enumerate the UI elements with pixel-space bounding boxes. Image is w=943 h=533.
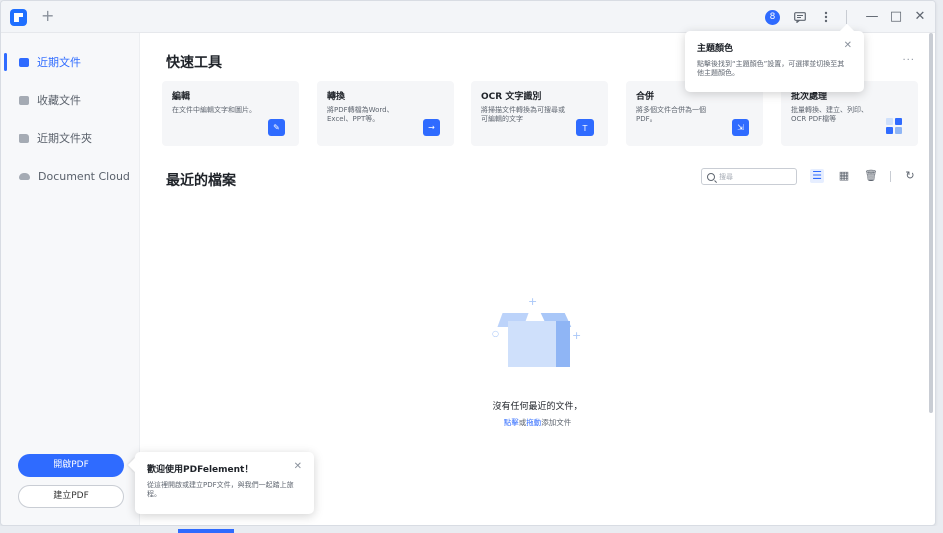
sidebar-item-label: Document Cloud — [38, 169, 130, 183]
welcome-popover: 歡迎使用PDFelement！ 從這裡開啟或建立PDF文件，與我們一起踏上旅程。… — [135, 452, 314, 514]
list-view-icon[interactable]: ☰ — [810, 169, 824, 183]
taskbar-strip — [0, 526, 943, 533]
recent-files-title: 最近的檔案 — [166, 173, 236, 189]
toolbar-divider — [890, 171, 891, 182]
card-desc: 將PDF轉檔為Word、Excel、PPT等。 — [327, 106, 394, 123]
sparkle-icon: + — [528, 295, 538, 308]
drag-link[interactable]: 拖動 — [526, 418, 541, 427]
close-icon[interactable]: ✕ — [294, 461, 302, 472]
empty-state-hint: 點擊或拖動添加文件 — [503, 418, 572, 427]
sidebar-item-recent-folders[interactable]: 近期文件夾 — [1, 119, 139, 157]
card-desc: 批量轉換、建立、列印、OCR PDF檔等 — [791, 106, 868, 123]
ocr-icon: T — [576, 119, 594, 136]
sidebar-item-label: 近期文件夾 — [37, 132, 92, 145]
batch-icon — [886, 118, 904, 136]
scrollbar[interactable] — [929, 33, 933, 413]
card-desc: 在文件中編輯文字和圖片。 — [172, 106, 256, 114]
delete-icon[interactable]: 🗑 — [864, 169, 878, 183]
title-bar: + 8 — □ ✕ — [1, 1, 935, 33]
popover-desc: 點擊後找到“主題顏色”設置，可選擇並切換至其他主題顏色。 — [697, 60, 845, 77]
app-logo-icon[interactable] — [10, 9, 27, 26]
avatar-icon[interactable]: 8 — [765, 9, 780, 25]
sparkle-icon: + — [572, 329, 582, 342]
tool-card-convert[interactable]: 轉換 將PDF轉檔為Word、Excel、PPT等。 → — [317, 81, 454, 146]
tool-card-edit[interactable]: 編輯 在文件中編輯文字和圖片。 ✎ — [162, 81, 299, 146]
merge-icon: ⇲ — [732, 119, 749, 136]
card-desc: 將掃描文件轉換為可搜尋或可編輯的文字 — [481, 106, 565, 123]
taskbar-active-indicator — [178, 529, 234, 533]
popover-desc: 從這裡開啟或建立PDF文件，與我們一起踏上旅程。 — [147, 481, 294, 498]
sidebar-item-document-cloud[interactable]: Document Cloud — [1, 157, 139, 195]
more-vertical-icon[interactable] — [818, 9, 834, 25]
search-placeholder: 搜尋 — [719, 172, 733, 181]
new-tab-button[interactable]: + — [41, 7, 54, 25]
sparkle-icon: ○ — [492, 329, 499, 338]
sidebar-item-favorites[interactable]: 收藏文件 — [1, 81, 139, 119]
popover-title: 歡迎使用PDFelement！ — [147, 465, 254, 475]
close-button[interactable]: ✕ — [911, 9, 929, 25]
open-pdf-button[interactable]: 開啟PDF — [18, 454, 124, 477]
close-icon[interactable]: ✕ — [844, 40, 852, 51]
empty-state-title: 沒有任何最近的文件， — [492, 402, 583, 412]
more-options-icon[interactable]: ··· — [902, 55, 915, 66]
quick-tools-title: 快速工具 — [166, 55, 222, 71]
theme-color-popover: 主題顏色 點擊後找到“主題顏色”設置，可選擇並切換至其他主題顏色。 ✕ — [685, 31, 864, 92]
sidebar: 近期文件 收藏文件 近期文件夾 Document Cloud 開啟PDF 建立P… — [1, 33, 140, 525]
sidebar-item-label: 收藏文件 — [37, 94, 81, 107]
titlebar-divider — [846, 10, 847, 24]
refresh-icon[interactable]: ↻ — [903, 169, 917, 183]
star-icon — [19, 95, 29, 105]
cloud-icon — [19, 172, 30, 180]
card-title: 轉換 — [327, 92, 346, 102]
convert-icon: → — [423, 119, 440, 136]
card-desc: 將多個文件合併為一個PDF。 — [636, 106, 706, 123]
search-input[interactable]: 搜尋 — [701, 168, 797, 185]
folder-icon — [19, 133, 29, 143]
message-icon[interactable] — [792, 9, 808, 25]
popover-title: 主題顏色 — [697, 44, 734, 54]
sidebar-item-recent[interactable]: 近期文件 — [1, 43, 139, 81]
click-link[interactable]: 點擊 — [504, 418, 519, 427]
empty-box-illustration: + + ○ — [490, 295, 582, 374]
minimize-button[interactable]: — — [863, 9, 881, 25]
maximize-button[interactable]: □ — [887, 9, 905, 25]
sidebar-item-label: 近期文件 — [37, 56, 81, 69]
card-title: 編輯 — [172, 92, 191, 102]
edit-icon: ✎ — [268, 119, 285, 136]
search-icon — [707, 172, 715, 181]
card-title: OCR 文字識別 — [481, 92, 542, 102]
create-pdf-button[interactable]: 建立PDF — [18, 485, 124, 508]
grid-view-icon[interactable]: ▦ — [837, 169, 851, 183]
document-icon — [19, 57, 29, 67]
tool-card-ocr[interactable]: OCR 文字識別 將掃描文件轉換為可搜尋或可編輯的文字 T — [471, 81, 608, 146]
